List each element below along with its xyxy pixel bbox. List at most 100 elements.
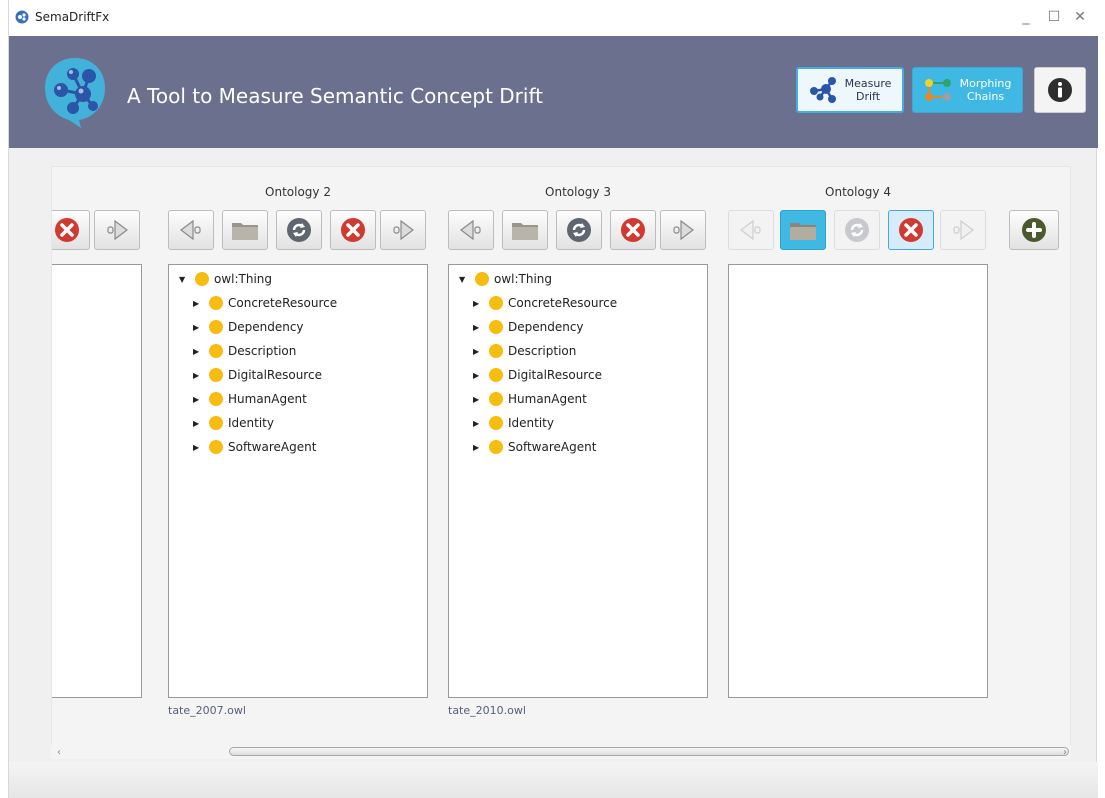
left-arrow-icon — [740, 219, 761, 241]
collapsed-arrow-icon[interactable]: ▶ — [193, 395, 205, 404]
add-ontology-button[interactable] — [1009, 210, 1059, 250]
ontology-2-filename: tate_2007.owl — [168, 704, 246, 717]
ontology-3-filename: tate_2010.owl — [448, 704, 526, 717]
tree-root-item[interactable]: ▼ owl:Thing — [459, 269, 552, 289]
tree-item[interactable]: ▶ SoftwareAgent — [193, 437, 316, 457]
measure-drift-button[interactable]: Measure Drift — [796, 67, 904, 113]
open-ontology-4-button[interactable] — [780, 210, 826, 250]
tree-item[interactable]: ▶ Identity — [473, 413, 554, 433]
tree-item-label: Dependency — [228, 320, 304, 334]
tree-item[interactable]: ▶ DigitalResource — [193, 365, 322, 385]
tree-item[interactable]: ▶ DigitalResource — [473, 365, 602, 385]
prev-ontology-2-button[interactable] — [168, 210, 214, 250]
refresh-icon — [567, 218, 591, 242]
reload-ontology-2-button[interactable] — [276, 210, 322, 250]
class-icon — [209, 440, 223, 454]
collapsed-arrow-icon[interactable]: ▶ — [193, 323, 205, 332]
open-ontology-3-button[interactable] — [502, 210, 548, 250]
collapsed-arrow-icon[interactable]: ▶ — [473, 371, 485, 380]
reload-ontology-3-button[interactable] — [556, 210, 602, 250]
tree-item-label: ConcreteResource — [508, 296, 618, 310]
chain-icon — [925, 79, 951, 101]
tree-item-label: Identity — [228, 416, 274, 430]
expanded-arrow-icon[interactable]: ▼ — [459, 275, 471, 284]
next-ontology-1-button[interactable] — [94, 210, 140, 250]
minimize-button[interactable]: _ — [1015, 6, 1037, 28]
reload-ontology-4-button[interactable] — [834, 210, 880, 250]
app-heading: A Tool to Measure Semantic Concept Drift — [127, 84, 543, 108]
collapsed-arrow-icon[interactable]: ▶ — [473, 419, 485, 428]
next-ontology-3-button[interactable] — [660, 210, 706, 250]
tree-item[interactable]: ▶ ConcreteResource — [473, 293, 617, 313]
collapsed-arrow-icon[interactable]: ▶ — [473, 443, 485, 452]
ontology-3-title: Ontology 3 — [545, 185, 611, 199]
tree-item[interactable]: ▶ HumanAgent — [193, 389, 307, 409]
tree-item-label: DigitalResource — [508, 368, 602, 382]
scroll-left-icon[interactable]: ‹ — [53, 745, 65, 759]
collapsed-arrow-icon[interactable]: ▶ — [473, 299, 485, 308]
remove-icon — [55, 218, 79, 242]
collapsed-arrow-icon[interactable]: ▶ — [193, 371, 205, 380]
tree-item[interactable]: ▶ SoftwareAgent — [473, 437, 596, 457]
collapsed-arrow-icon[interactable]: ▶ — [193, 347, 205, 356]
collapsed-arrow-icon[interactable]: ▶ — [193, 443, 205, 452]
tree-item-label: owl:Thing — [214, 272, 273, 286]
collapsed-arrow-icon[interactable]: ▶ — [193, 419, 205, 428]
tree-item[interactable]: ▶ Dependency — [473, 317, 584, 337]
remove-ontology-4-button[interactable] — [888, 210, 934, 250]
open-ontology-2-button[interactable] — [222, 210, 268, 250]
morphing-chains-button[interactable]: Morphing Chains — [912, 67, 1023, 113]
remove-icon — [621, 218, 645, 242]
ontology-4-tree[interactable] — [728, 264, 988, 698]
ontology-1-tree[interactable] — [52, 264, 142, 698]
horizontal-scrollbar[interactable]: ‹ › — [51, 745, 1071, 759]
expanded-arrow-icon[interactable]: ▼ — [179, 275, 191, 284]
class-icon — [489, 392, 503, 406]
ontology-3-tree[interactable]: ▼ owl:Thing ▶ ConcreteResource ▶ Dependenc… — [448, 264, 708, 698]
folder-icon — [790, 223, 816, 240]
prev-ontology-3-button[interactable] — [448, 210, 494, 250]
left-arrow-icon — [180, 219, 201, 241]
remove-ontology-1-button[interactable] — [52, 210, 90, 250]
info-button[interactable] — [1034, 67, 1086, 113]
class-icon — [209, 368, 223, 382]
maximize-button[interactable]: ☐ — [1043, 6, 1065, 28]
scrollbar-thumb[interactable] — [229, 747, 1069, 756]
tree-root-item[interactable]: ▼ owl:Thing — [179, 269, 272, 289]
tree-item-label: Description — [228, 344, 297, 358]
tree-item-label: Description — [508, 344, 577, 358]
collapsed-arrow-icon[interactable]: ▶ — [473, 395, 485, 404]
tree-item[interactable]: ▶ Description — [473, 341, 576, 361]
class-icon — [209, 392, 223, 406]
title-bar: SemaDriftFx _ ☐ ✕ — [9, 0, 1098, 36]
app-logo — [45, 58, 105, 128]
tree-item-label: ConcreteResource — [228, 296, 338, 310]
tree-item-label: SoftwareAgent — [508, 440, 597, 454]
next-ontology-4-button[interactable] — [940, 210, 986, 250]
tree-item[interactable]: ▶ ConcreteResource — [193, 293, 337, 313]
tree-item[interactable]: ▶ HumanAgent — [473, 389, 587, 409]
remove-ontology-2-button[interactable] — [330, 210, 376, 250]
class-icon — [209, 296, 223, 310]
tree-item-label: Identity — [508, 416, 554, 430]
window-title: SemaDriftFx — [35, 10, 110, 24]
tree-item[interactable]: ▶ Identity — [193, 413, 274, 433]
collapsed-arrow-icon[interactable]: ▶ — [473, 323, 485, 332]
class-icon — [209, 416, 223, 430]
ontology-2-tree[interactable]: ▼ owl:Thing ▶ ConcreteResource ▶ Dependenc… — [168, 264, 428, 698]
app-icon — [15, 10, 29, 24]
remove-ontology-3-button[interactable] — [610, 210, 656, 250]
left-arrow-icon — [460, 219, 481, 241]
morphing-chains-label-2: Chains — [966, 90, 1005, 103]
next-ontology-2-button[interactable] — [380, 210, 426, 250]
class-icon — [489, 320, 503, 334]
right-arrow-icon — [953, 219, 974, 241]
collapsed-arrow-icon[interactable]: ▶ — [473, 347, 485, 356]
scroll-right-icon[interactable]: › — [1059, 745, 1071, 759]
prev-ontology-4-button[interactable] — [728, 210, 774, 250]
collapsed-arrow-icon[interactable]: ▶ — [193, 299, 205, 308]
tree-item[interactable]: ▶ Description — [193, 341, 296, 361]
morphing-chains-label-1: Morphing — [959, 77, 1012, 90]
close-window-button[interactable]: ✕ — [1069, 6, 1091, 28]
tree-item[interactable]: ▶ Dependency — [193, 317, 304, 337]
